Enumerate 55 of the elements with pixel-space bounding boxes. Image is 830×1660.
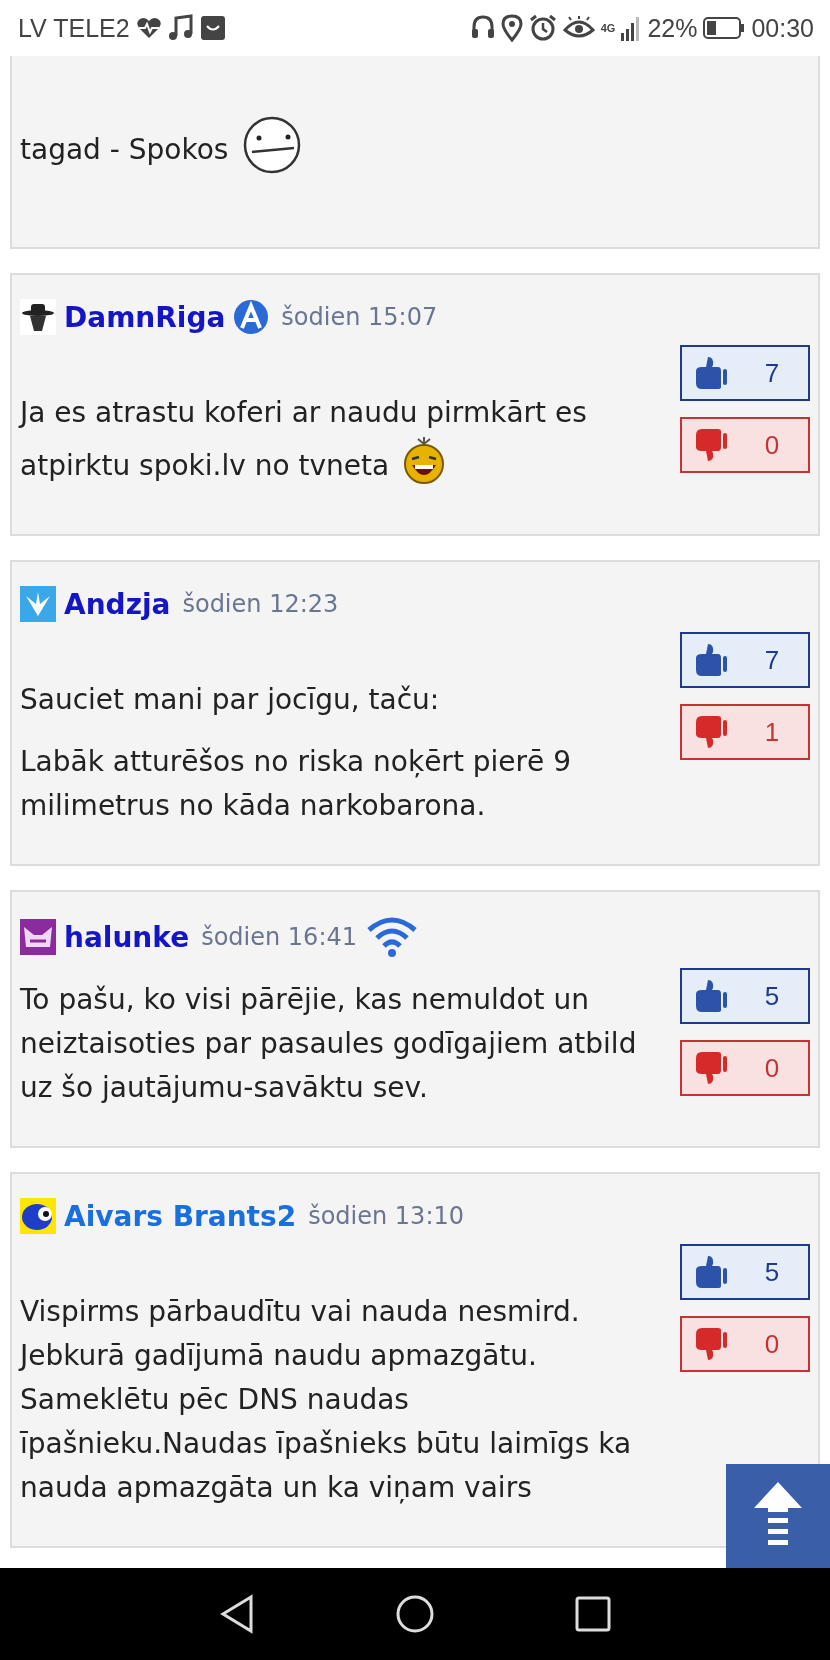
dislike-button[interactable]: 1 <box>680 704 810 760</box>
like-button[interactable]: 5 <box>680 1244 810 1300</box>
hat-figure-icon <box>20 299 56 335</box>
mask-icon <box>20 919 56 955</box>
thumbs-down-icon <box>694 1326 728 1362</box>
comment-text: Ja es atrastu koferi ar naudu pirmkārt es atpirktu spoki.lv no tvneta <box>20 391 660 498</box>
laughing-face-icon <box>403 435 446 485</box>
thumbs-up-icon <box>694 642 728 678</box>
comment-text: To pašu, ko visi pārējie, kas nemuldot un neiztaisoties par pasaules godīgajiem atbild uz šo jautājumu-savāktu sev. <box>20 982 638 1106</box>
wifi-icon <box>365 916 419 958</box>
face-icon <box>242 114 303 174</box>
comment-text: tagad - Spokos <box>20 114 660 187</box>
like-button[interactable]: 7 <box>680 345 810 401</box>
network-type: 4G <box>600 22 616 34</box>
author-name[interactable]: halunke <box>64 920 190 954</box>
clock-time: 00:30 <box>751 13 814 43</box>
like-button[interactable]: 7 <box>680 632 810 688</box>
comment-text: Labāk atturēšos no riska noķērt pierē 9 milimetrus no kāda narkobarona. <box>20 744 572 824</box>
author-name[interactable]: Andzja <box>64 587 171 621</box>
carrier-name: LV TELE2 <box>18 13 130 43</box>
back-icon[interactable] <box>219 1594 255 1634</box>
thumbs-up-icon <box>694 355 728 391</box>
eye-icon <box>562 16 595 40</box>
emblem-icon <box>233 299 270 335</box>
thumbs-down-icon <box>694 1050 728 1086</box>
scroll-to-top-button[interactable] <box>726 1464 830 1568</box>
signal-bars-icon <box>621 15 642 41</box>
author-name[interactable]: DamnRiga <box>64 300 226 334</box>
location-pin-icon <box>500 14 523 42</box>
thumbs-up-icon <box>694 978 728 1014</box>
like-button[interactable]: 5 <box>680 968 810 1024</box>
post-time: šodien 16:41 <box>201 923 357 951</box>
dislike-button[interactable]: 0 <box>680 417 810 473</box>
home-icon[interactable] <box>395 1594 435 1634</box>
dislike-button[interactable]: 0 <box>680 1040 810 1096</box>
dislike-button[interactable]: 0 <box>680 1316 810 1372</box>
alarm-clock-icon <box>528 14 557 42</box>
post-time: šodien 12:23 <box>182 590 339 618</box>
battery-percentage: 22% <box>647 13 698 43</box>
comment-text: Vispirms pārbaudītu vai nauda nesmird. Jebkurā gadījumā naudu apmazgātu. Sameklētu pēc DNS naudas īpašnieku.Naudas īpašnieks būtu laimīgs ka nauda apmazgāta un ka viņam vairs <box>20 1294 633 1506</box>
heart-pulse-icon <box>135 16 162 40</box>
author-name[interactable]: Aivars Brants2 <box>64 1199 297 1233</box>
recent-apps-icon[interactable] <box>575 1596 611 1632</box>
music-note-icon <box>167 14 194 42</box>
battery-icon <box>703 17 746 39</box>
thumbs-up-icon <box>694 1254 728 1290</box>
headphones-icon <box>470 15 495 41</box>
comment-text: Sauciet mani par jocīgu, taču: <box>20 682 441 718</box>
post-time: šodien 13:10 <box>308 1202 464 1230</box>
bird-icon <box>20 586 56 622</box>
post-time: šodien 15:07 <box>281 303 438 331</box>
thumbs-down-icon <box>694 427 728 463</box>
shopping-bag-icon <box>199 14 226 42</box>
thumbs-down-icon <box>694 714 728 750</box>
blob-creature-icon <box>20 1198 56 1234</box>
